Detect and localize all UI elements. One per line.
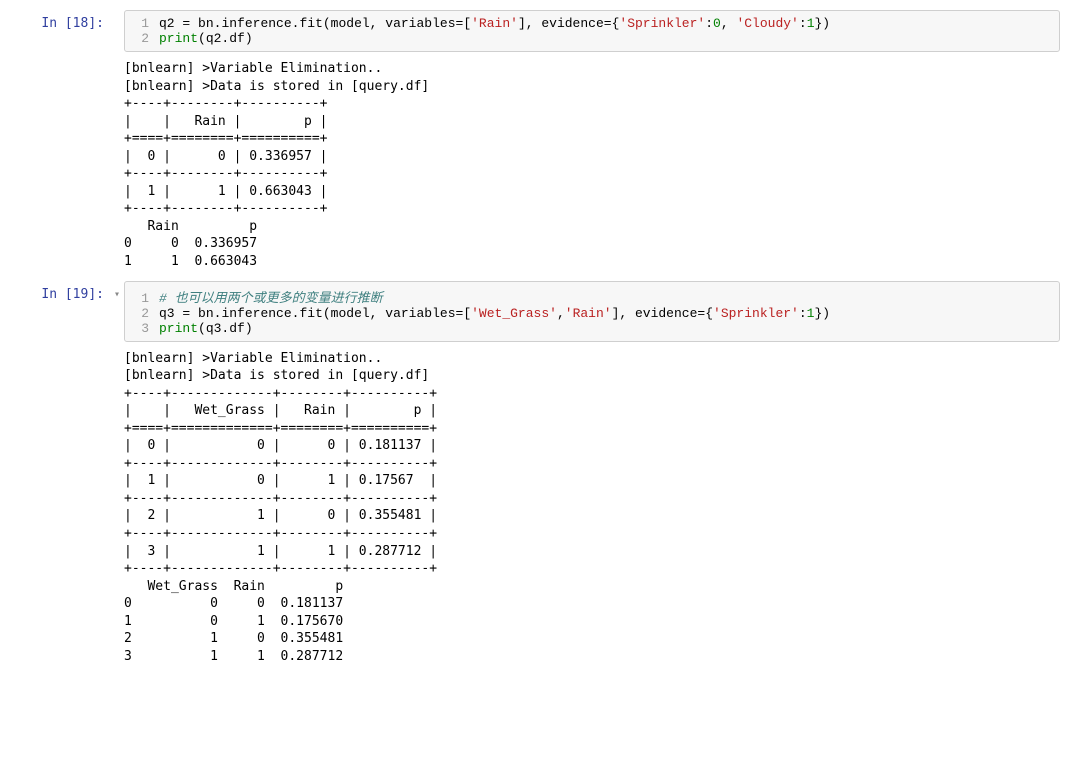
code-line: 1q2 = bn.inference.fit(model, variables=…: [125, 16, 1059, 31]
code-line: 3print(q3.df): [125, 321, 1059, 336]
output-prompt: [20, 56, 110, 281]
code-cell: In [18]: 1q2 = bn.inference.fit(model, va…: [20, 10, 1060, 52]
line-number: 1: [131, 16, 159, 31]
output-collapser: [110, 56, 124, 281]
input-prompt: In [19]:: [20, 281, 110, 342]
code-input-area[interactable]: 1# 也可以用两个或更多的变量进行推断2q3 = bn.inference.fi…: [124, 281, 1060, 342]
code-line: 2q3 = bn.inference.fit(model, variables=…: [125, 306, 1059, 321]
code-content: print(q2.df): [159, 31, 253, 46]
output-collapser: [110, 346, 124, 676]
code-content: q3 = bn.inference.fit(model, variables=[…: [159, 306, 830, 321]
line-number: 2: [131, 31, 159, 46]
cell-output: [bnlearn] >Variable Elimination.. [bnlea…: [124, 346, 1060, 676]
output-cell: [bnlearn] >Variable Elimination.. [bnlea…: [20, 346, 1060, 676]
input-prompt: In [18]:: [20, 10, 110, 52]
output-cell: [bnlearn] >Variable Elimination.. [bnlea…: [20, 56, 1060, 281]
cell-collapser[interactable]: ▾: [110, 281, 124, 342]
line-number: 2: [131, 306, 159, 321]
cell-output: [bnlearn] >Variable Elimination.. [bnlea…: [124, 56, 1060, 281]
line-number: 1: [131, 291, 159, 306]
code-input-area[interactable]: 1q2 = bn.inference.fit(model, variables=…: [124, 10, 1060, 52]
line-number: 3: [131, 321, 159, 336]
code-content: q2 = bn.inference.fit(model, variables=[…: [159, 16, 830, 31]
code-cell: In [19]:▾1# 也可以用两个或更多的变量进行推断2q3 = bn.inf…: [20, 281, 1060, 342]
code-line: 2print(q2.df): [125, 31, 1059, 46]
output-prompt: [20, 346, 110, 676]
code-line: 1# 也可以用两个或更多的变量进行推断: [125, 287, 1059, 306]
code-content: print(q3.df): [159, 321, 253, 336]
cell-collapser[interactable]: [110, 10, 124, 52]
code-content: # 也可以用两个或更多的变量进行推断: [159, 287, 383, 306]
notebook-container: In [18]:1q2 = bn.inference.fit(model, va…: [20, 10, 1060, 675]
